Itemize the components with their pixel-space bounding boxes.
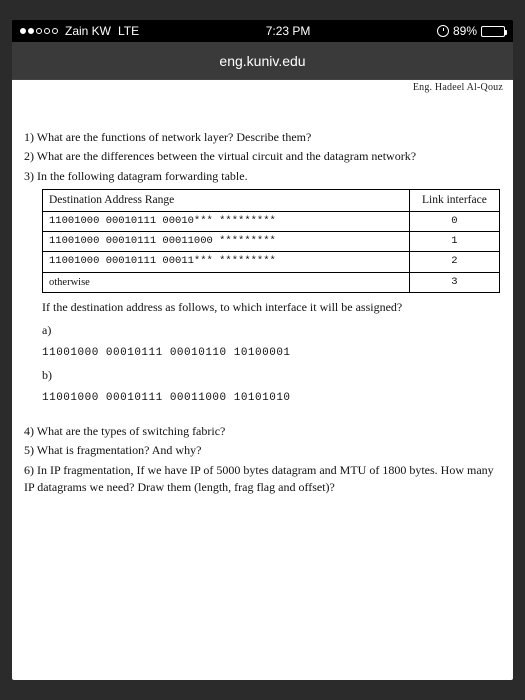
status-bar: Zain KW LTE 7:23 PM 89% — [12, 20, 513, 42]
col-iface: Link interface — [409, 190, 499, 212]
doc-author-partial: Eng. Hadeel Al-Qouz — [12, 80, 513, 93]
sub-a-label: a) — [42, 322, 501, 339]
carrier-label: Zain KW — [65, 24, 111, 38]
battery-percent: 89% — [453, 24, 477, 38]
screen: Zain KW LTE 7:23 PM 89% eng.kuniv.edu En… — [12, 20, 513, 680]
table-row: otherwise 3 — [43, 272, 500, 292]
page-content[interactable]: Eng. Hadeel Al-Qouz 1) What are the func… — [12, 80, 513, 680]
browser-address-bar[interactable]: eng.kuniv.edu — [12, 42, 513, 80]
sub-b-value: 11001000 00010111 00011000 10101010 — [42, 391, 501, 407]
table-header-row: Destination Address Range Link interface — [43, 190, 500, 212]
forwarding-table: Destination Address Range Link interface… — [42, 189, 500, 293]
signal-dots-icon — [20, 28, 58, 34]
question-4: 4) What are the types of switching fabri… — [24, 423, 501, 440]
phone-frame: Zain KW LTE 7:23 PM 89% eng.kuniv.edu En… — [0, 0, 525, 700]
question-2: 2) What are the differences between the … — [24, 148, 501, 165]
page-host: eng.kuniv.edu — [219, 53, 305, 69]
status-right: 89% — [437, 24, 505, 38]
question-1: 1) What are the functions of network lay… — [24, 129, 501, 146]
alarm-icon — [437, 25, 449, 37]
sub-a-value: 11001000 00010111 00010110 10100001 — [42, 346, 501, 362]
sub-b-label: b) — [42, 367, 501, 384]
battery-icon — [481, 26, 505, 37]
document-body: 1) What are the functions of network lay… — [12, 123, 513, 508]
follow-up-prompt: If the destination address as follows, t… — [42, 299, 501, 316]
status-left: Zain KW LTE — [20, 24, 139, 38]
clock-label: 7:23 PM — [266, 24, 311, 38]
col-range: Destination Address Range — [43, 190, 410, 212]
table-row: 11001000 00010111 00011000 ********* 1 — [43, 232, 500, 252]
table-row: 11001000 00010111 00011*** ********* 2 — [43, 252, 500, 272]
question-3: 3) In the following datagram forwarding … — [24, 168, 501, 185]
network-label: LTE — [118, 24, 139, 38]
question-6: 6) In IP fragmentation, If we have IP of… — [24, 462, 501, 497]
question-5: 5) What is fragmentation? And why? — [24, 442, 501, 459]
table-row: 11001000 00010111 00010*** ********* 0 — [43, 211, 500, 231]
